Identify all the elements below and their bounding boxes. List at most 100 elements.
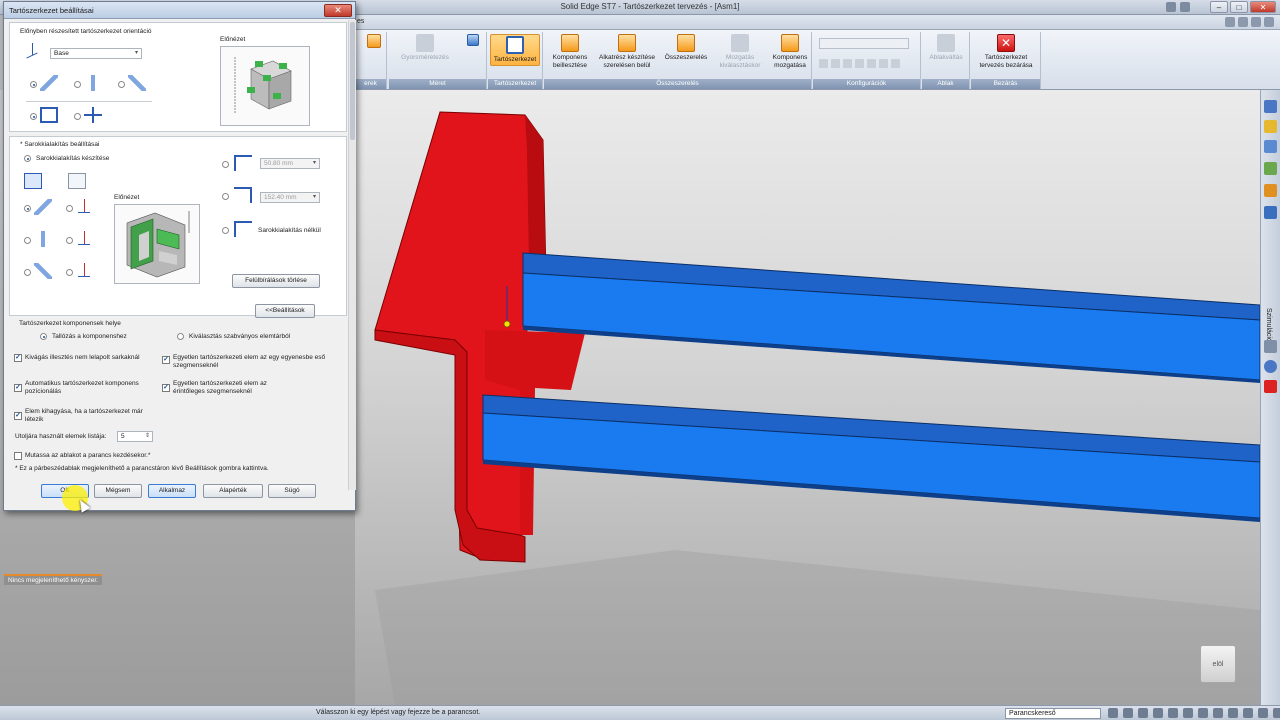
corner-dim2-radio[interactable] [222, 193, 229, 200]
command-finder-input[interactable]: Parancskereső [1005, 708, 1101, 719]
corner-dim2-combo[interactable]: 152.40 mm ▾ [260, 192, 320, 203]
help-button[interactable]: Súgó [268, 484, 316, 498]
sketch-view-icon[interactable] [1183, 708, 1193, 718]
config-tool-icon[interactable] [879, 59, 888, 68]
profile-b-radio[interactable] [74, 113, 81, 120]
recent-list-spinner[interactable]: 5 ⇕ [117, 431, 153, 442]
no-corner-icon [234, 221, 252, 237]
ribbon-group-partial: erek [355, 32, 387, 89]
orient-icon[interactable] [1258, 708, 1268, 718]
pathfinder-tab-icon[interactable] [1264, 100, 1277, 113]
corner-style-b-icon[interactable] [68, 173, 86, 189]
corner-style-a-icon[interactable] [24, 173, 42, 189]
simulation-tab-icon[interactable] [1264, 206, 1277, 219]
select-std-library-radio[interactable] [177, 333, 184, 340]
family-tab-icon[interactable] [1264, 162, 1277, 175]
graphics-viewport[interactable] [355, 90, 1260, 705]
dimension-style-button[interactable] [467, 34, 479, 48]
close-frame-design-button[interactable]: ✕ Tartószerkezet tervezés bezárása [973, 34, 1039, 70]
drag-on-select-button[interactable]: Mozgatás kiválasztáskor [714, 34, 766, 70]
configuration-combo[interactable] [819, 38, 909, 49]
youtube-tab-icon[interactable] [1264, 380, 1277, 393]
insert-component-button[interactable]: Komponens beillesztése [548, 34, 592, 70]
display-icon[interactable] [1273, 708, 1280, 718]
fit-icon[interactable] [1138, 708, 1148, 718]
frame-model-svg[interactable] [355, 90, 1260, 705]
config-tool-icon[interactable] [831, 59, 840, 68]
config-tool-icon[interactable] [843, 59, 852, 68]
frame-button[interactable]: Tartószerkezet [490, 34, 540, 66]
restore-icon[interactable] [1251, 17, 1261, 27]
view-icon[interactable] [1213, 708, 1223, 718]
scroll-thumb[interactable] [350, 22, 355, 140]
corner-dim1-radio[interactable] [222, 161, 229, 168]
create-part-in-place-button[interactable]: Alkatrész készítése szerelésen belül [594, 34, 660, 70]
menu-tab-fragment[interactable]: es [357, 18, 364, 25]
dialog-close-button[interactable]: ✕ [324, 4, 352, 17]
view-cube[interactable]: elöl [1200, 645, 1236, 683]
pan-icon[interactable] [1153, 708, 1163, 718]
folder-tab-icon[interactable] [1264, 184, 1277, 197]
remove-overrides-button[interactable]: Felülbírálások törlése [232, 274, 320, 288]
maximize-button[interactable]: □ [1230, 1, 1248, 13]
config-tool-icon[interactable] [891, 59, 900, 68]
skip-existing-check[interactable]: ✓ [14, 412, 22, 420]
theme-icon[interactable] [1225, 17, 1235, 27]
cancel-button[interactable]: Mégsem [94, 484, 142, 498]
config-tool-icon[interactable] [819, 59, 828, 68]
corner-xy2-radio[interactable] [66, 205, 73, 212]
browse-component-radio[interactable] [40, 333, 47, 340]
dialog-scrollbar[interactable] [348, 20, 356, 490]
minimize-button[interactable]: – [1210, 1, 1228, 13]
help-tab-icon[interactable] [1264, 360, 1277, 373]
config-tool-icon[interactable] [855, 59, 864, 68]
help-icon[interactable] [1238, 17, 1248, 27]
show-on-start-check[interactable] [14, 452, 22, 460]
render-icon[interactable] [1243, 708, 1253, 718]
spinner-arrows-icon[interactable]: ⇕ [143, 432, 152, 441]
library-tab-icon[interactable] [1264, 140, 1277, 153]
defaults-button[interactable]: Alapérték [203, 484, 263, 498]
switch-window-button[interactable]: Ablakváltás [925, 34, 967, 62]
corner-yz-radio[interactable] [24, 237, 31, 244]
corner-xz-radio[interactable] [24, 269, 31, 276]
single-tangent-check[interactable]: ✓ [162, 384, 170, 392]
orientation-combo[interactable]: Base ▾ [50, 48, 142, 59]
save-view-icon[interactable] [1228, 708, 1238, 718]
close-doc-icon[interactable] [1264, 17, 1274, 27]
corner-xz2-radio[interactable] [66, 269, 73, 276]
orient-yz-radio[interactable] [74, 81, 81, 88]
zoom-icon[interactable] [1123, 708, 1133, 718]
corner-create-radio[interactable] [24, 155, 31, 162]
ribbon-group-assembly-label: Összeszerelés [544, 79, 811, 89]
close-window-button[interactable]: ✕ [1250, 1, 1276, 13]
help-quick-icon[interactable] [1166, 2, 1176, 12]
config-tool-icon[interactable] [867, 59, 876, 68]
single-collinear-check[interactable]: ✓ [162, 356, 170, 364]
chevron-down-icon: ▾ [312, 160, 316, 166]
zoom-area-icon[interactable] [1108, 708, 1118, 718]
auto-position-check[interactable]: ✓ [14, 384, 22, 392]
corner-xz-icon [34, 263, 52, 279]
move-component-button[interactable]: Komponens mozgatása [768, 34, 812, 70]
layers-tab-icon[interactable] [1264, 120, 1277, 133]
layout-quick-icon[interactable] [1180, 2, 1190, 12]
rotate-icon[interactable] [1168, 708, 1178, 718]
profile-a-radio[interactable] [30, 113, 37, 120]
skip-existing-label: Elem kihagyása, ha a tartószerkezet már … [25, 408, 143, 423]
corner-dim1-combo[interactable]: 50.80 mm ▾ [260, 158, 320, 169]
settings-toggle-button[interactable]: <<Beállítások [255, 304, 315, 318]
no-corner-radio[interactable] [222, 227, 229, 234]
miter-check[interactable]: ✓ [14, 354, 22, 362]
corner-yz2-radio[interactable] [66, 237, 73, 244]
quick-dimension-button[interactable]: Gyorsméretezés [395, 34, 455, 62]
orient-xz-radio[interactable] [118, 81, 125, 88]
orient-xy-radio[interactable] [30, 81, 37, 88]
settings-tab-icon[interactable] [1264, 340, 1277, 353]
corner-xy-radio[interactable] [24, 205, 31, 212]
apply-button[interactable]: Alkalmaz [148, 484, 196, 498]
partial-button[interactable] [367, 34, 381, 50]
style-icon[interactable] [1198, 708, 1208, 718]
simulation-tab-label[interactable]: Szimuláció [1265, 308, 1272, 342]
assemble-button[interactable]: Összeszerelés [662, 34, 710, 62]
